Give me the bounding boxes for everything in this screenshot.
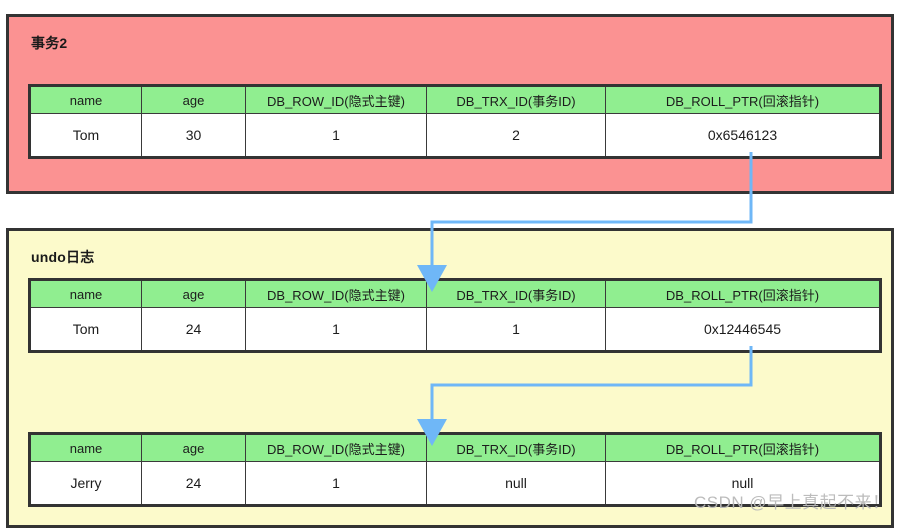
column-header-age: age bbox=[141, 279, 246, 308]
watermark: CSDN @早上真起不来！ bbox=[694, 493, 890, 512]
cell-db-roll-ptr: 0x6546123 bbox=[605, 113, 881, 158]
column-header-db-roll-ptr: DB_ROLL_PTR(回滚指针) bbox=[605, 433, 881, 462]
table-header-row: name age DB_ROW_ID(隐式主键) DB_TRX_ID(事务ID)… bbox=[29, 279, 881, 308]
column-header-db-trx-id: DB_TRX_ID(事务ID) bbox=[426, 85, 606, 114]
table-header-row: name age DB_ROW_ID(隐式主键) DB_TRX_ID(事务ID)… bbox=[29, 85, 881, 114]
table-row: Tom 30 1 2 0x6546123 bbox=[29, 113, 881, 158]
table-row: Tom 24 1 1 0x12446545 bbox=[29, 307, 881, 352]
cell-age: 30 bbox=[141, 113, 246, 158]
cell-age: 24 bbox=[141, 461, 246, 506]
column-header-db-row-id: DB_ROW_ID(隐式主键) bbox=[245, 279, 427, 308]
column-header-age: age bbox=[141, 85, 246, 114]
column-header-db-row-id: DB_ROW_ID(隐式主键) bbox=[245, 433, 427, 462]
cell-db-row-id: 1 bbox=[245, 307, 427, 352]
column-header-name: name bbox=[29, 85, 142, 114]
diagram-canvas: 事务2 name age DB_ROW_ID(隐式主键) DB_TRX_ID(事… bbox=[0, 0, 914, 528]
column-header-db-trx-id: DB_TRX_ID(事务ID) bbox=[426, 433, 606, 462]
cell-db-trx-id: 1 bbox=[426, 307, 606, 352]
column-header-age: age bbox=[141, 433, 246, 462]
cell-name: Tom bbox=[29, 113, 142, 158]
transaction-panel-title: 事务2 bbox=[31, 35, 68, 51]
column-header-name: name bbox=[29, 433, 142, 462]
cell-name: Tom bbox=[29, 307, 142, 352]
cell-db-row-id: 1 bbox=[245, 113, 427, 158]
cell-db-roll-ptr: 0x12446545 bbox=[605, 307, 881, 352]
undo-record-table-1: name age DB_ROW_ID(隐式主键) DB_TRX_ID(事务ID)… bbox=[28, 278, 882, 353]
cell-age: 24 bbox=[141, 307, 246, 352]
table-header-row: name age DB_ROW_ID(隐式主键) DB_TRX_ID(事务ID)… bbox=[29, 433, 881, 462]
cell-db-trx-id: 2 bbox=[426, 113, 606, 158]
cell-db-row-id: 1 bbox=[245, 461, 427, 506]
column-header-db-roll-ptr: DB_ROLL_PTR(回滚指针) bbox=[605, 279, 881, 308]
cell-name: Jerry bbox=[29, 461, 142, 506]
transaction-record-table: name age DB_ROW_ID(隐式主键) DB_TRX_ID(事务ID)… bbox=[28, 84, 882, 159]
undo-log-panel-title: undo日志 bbox=[31, 249, 95, 265]
column-header-db-trx-id: DB_TRX_ID(事务ID) bbox=[426, 279, 606, 308]
column-header-db-row-id: DB_ROW_ID(隐式主键) bbox=[245, 85, 427, 114]
cell-db-trx-id: null bbox=[426, 461, 606, 506]
column-header-name: name bbox=[29, 279, 142, 308]
column-header-db-roll-ptr: DB_ROLL_PTR(回滚指针) bbox=[605, 85, 881, 114]
